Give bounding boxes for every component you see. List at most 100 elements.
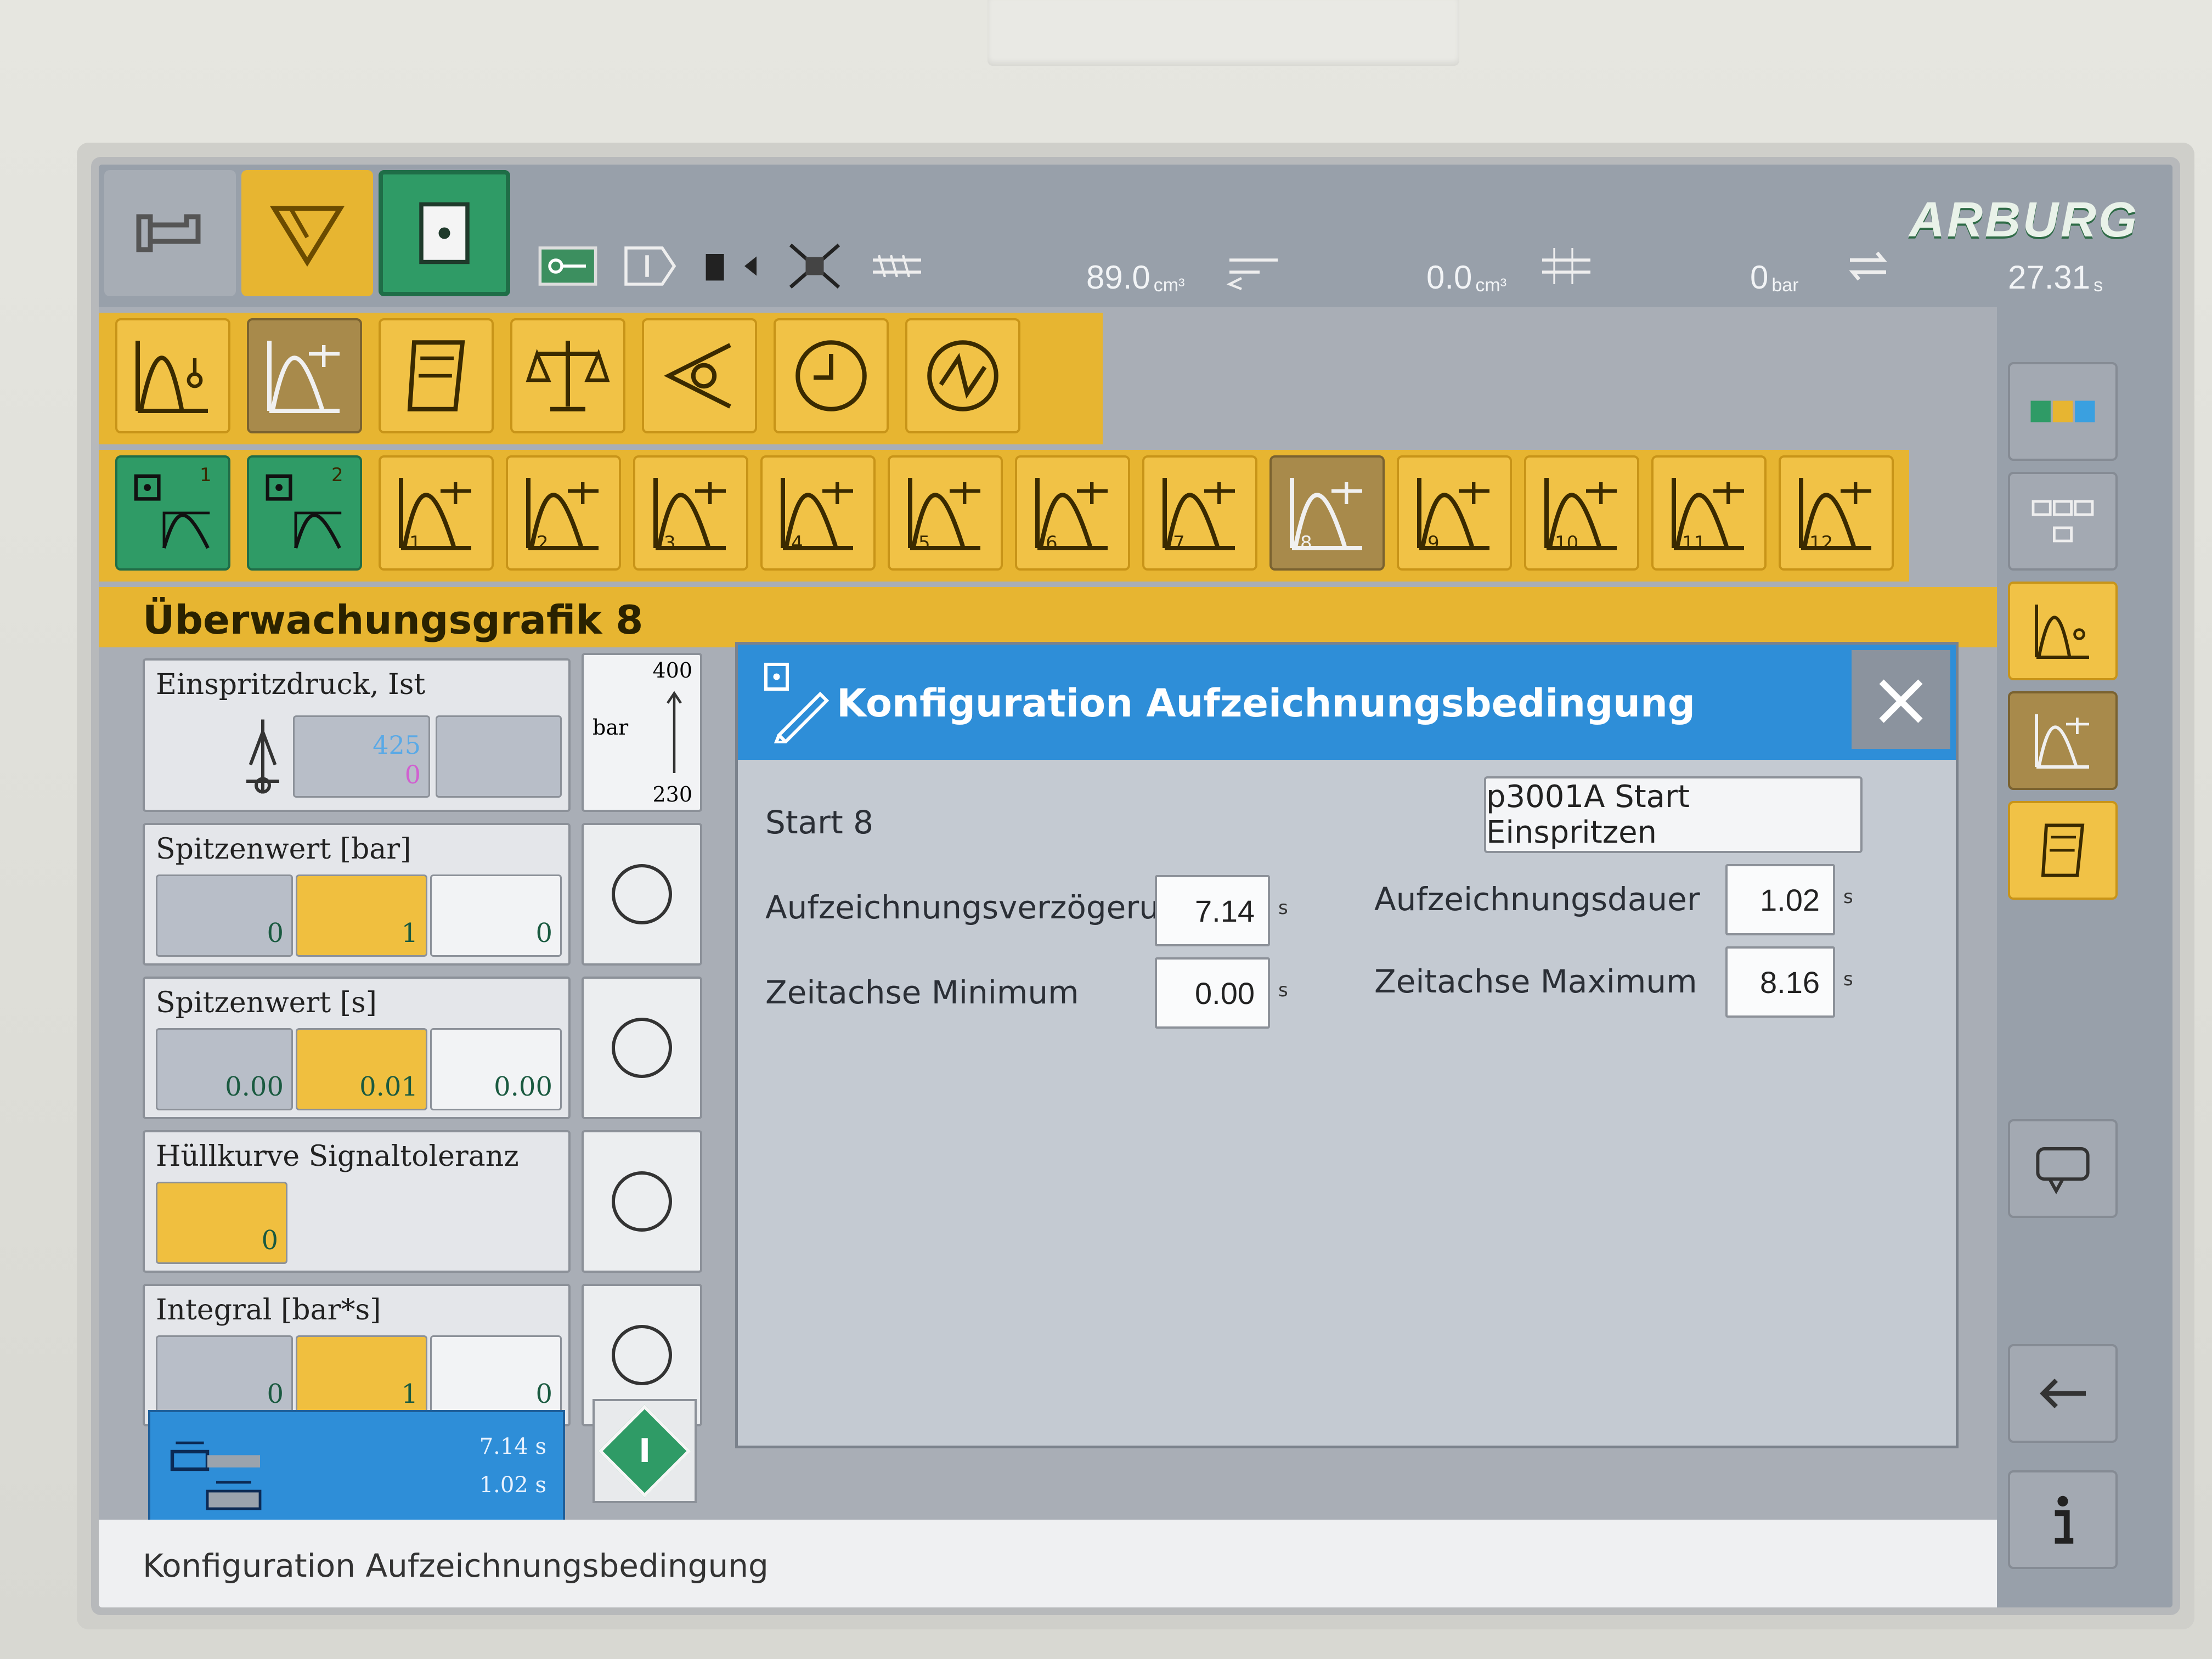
screen-layout-button[interactable]	[2008, 362, 2118, 461]
monitoring-graphic-3-button[interactable]: 3	[633, 455, 748, 571]
time-axis-min-label: Zeitachse Minimum	[765, 974, 1079, 1011]
monitoring-config-2-button[interactable]: 2	[247, 455, 362, 571]
manual-mode-button[interactable]	[104, 170, 236, 296]
peak-bar-max-box: 0	[430, 874, 562, 957]
peak-value-bar-card[interactable]: Spitzenwert [bar] 0 1 0	[143, 823, 571, 966]
duration-unit: s	[1843, 886, 1853, 908]
monitoring-graphic-7-button[interactable]: 7	[1142, 455, 1257, 571]
configuration-dialog: Konfiguration Aufzeichnungsbedingung × S…	[735, 642, 1959, 1448]
arrow-left-icon	[2040, 1379, 2086, 1408]
status-ring-icon	[612, 1325, 672, 1385]
status-ring-icon	[612, 1018, 672, 1078]
pressure-limit-box	[436, 715, 562, 798]
monitoring-graphic-12-button[interactable]: 12	[1779, 455, 1894, 571]
curve-balance-icon	[526, 478, 599, 550]
pressure-scale: 400 bar 230	[582, 653, 702, 812]
duration-label: Aufzeichnungsdauer	[1374, 881, 1700, 918]
bezel-logo-plate	[988, 0, 1459, 66]
mold-safety-icon	[527, 236, 609, 296]
hand-icon	[136, 214, 201, 252]
integral-actual-box: 1	[296, 1335, 427, 1418]
monitoring-graphic-10-button[interactable]: 10	[1524, 455, 1639, 571]
status-ring-icon	[612, 864, 672, 924]
close-button[interactable]: ×	[1852, 650, 1950, 749]
injection-pressure-card[interactable]: Einspritzdruck, Ist 425 0	[143, 658, 571, 812]
peak-value-time-card[interactable]: Spitzenwert [s] 0.00 0.01 0.00	[143, 977, 571, 1119]
back-button[interactable]	[2008, 1344, 2118, 1443]
peak-time-max-box: 0.00	[430, 1028, 562, 1110]
envelope-status-button[interactable]	[582, 1130, 702, 1273]
side-monitoring-button[interactable]	[2008, 691, 2118, 790]
peak-time-status-button[interactable]	[582, 977, 702, 1119]
start-recording-button[interactable]: I	[592, 1399, 697, 1503]
curve-balance-icon	[653, 478, 726, 550]
monitoring-graphic-6-button[interactable]: 6	[1015, 455, 1130, 571]
graphic-curve-button[interactable]	[115, 318, 230, 433]
time-axis-max-unit: s	[1843, 968, 1853, 990]
envelope-tolerance-card[interactable]: Hüllkurve Signaltoleranz 0	[143, 1130, 571, 1273]
balance-icon	[526, 341, 610, 411]
envelope-value-box: 0	[156, 1182, 287, 1264]
monitoring-graphic-4-button[interactable]: 4	[760, 455, 876, 571]
screw-icon	[856, 236, 938, 296]
nozzle-icon	[691, 236, 774, 296]
injection-unit-icon	[609, 236, 691, 296]
pressure-sensor-icon	[246, 719, 279, 794]
curve-balance-icon	[1672, 478, 1744, 550]
duration-input[interactable]: 1.02	[1725, 864, 1835, 935]
start-trigger-select[interactable]: p3001A Start Einspritzen	[1484, 776, 1863, 853]
curve-balance-icon	[1417, 478, 1489, 550]
ejector-crossed-icon	[774, 236, 856, 296]
curve-pin-icon	[2035, 605, 2089, 659]
time-axis-max-label: Zeitachse Maximum	[1374, 963, 1697, 1000]
cycle-time-readout: 27.31 s	[2008, 259, 2103, 296]
semi-auto-mode-button[interactable]	[241, 170, 373, 296]
time-axis-min-input[interactable]: 0.00	[1155, 957, 1270, 1029]
curve-balance-icon	[2035, 714, 2089, 769]
delay-input[interactable]: 7.14	[1155, 875, 1270, 946]
side-curve-button[interactable]	[2008, 582, 2118, 680]
monitoring-graphic-8-button[interactable]: 8	[1269, 455, 1385, 571]
auto-mode-button[interactable]	[379, 170, 510, 296]
signal-button[interactable]	[905, 318, 1020, 433]
monitoring-graphic-button[interactable]	[247, 318, 362, 433]
peak-time-actual-box: 0.01	[296, 1028, 427, 1110]
time-axis-max-input[interactable]: 8.16	[1725, 946, 1835, 1018]
metering-volume-readout: 89.0 cm³	[1086, 259, 1185, 296]
recording-summary-button[interactable]: 7.14 s 1.02 s	[148, 1410, 565, 1536]
status-ring-icon	[612, 1171, 672, 1232]
monitoring-graphic-9-button[interactable]: 9	[1397, 455, 1512, 571]
timer-button[interactable]	[774, 318, 889, 433]
edit-pencil-icon	[764, 663, 830, 743]
peak-time-min-box: 0.00	[156, 1028, 293, 1110]
start-diamond-icon: I	[598, 1404, 691, 1498]
document-button[interactable]	[379, 318, 494, 433]
quality-balance-button[interactable]	[510, 318, 625, 433]
monitoring-graphic-11-button[interactable]: 11	[1651, 455, 1767, 571]
monitoring-eye-button[interactable]	[642, 318, 757, 433]
eye-icon	[664, 343, 731, 409]
cushion-volume-readout: 0.0 cm³	[1426, 259, 1507, 296]
funnel-icon	[269, 206, 345, 267]
status-bar: 89.0 cm³ 0.0 cm³ 0 bar 27.31 s ARBURG	[99, 165, 2172, 307]
monitoring-graphic-2-button[interactable]: 2	[506, 455, 621, 571]
side-document-button[interactable]	[2008, 801, 2118, 900]
navigation-tree-button[interactable]	[2008, 472, 2118, 571]
info-button[interactable]	[2008, 1470, 2118, 1569]
monitoring-panel: Einspritzdruck, Ist 425 0 400 bar 230 Sp…	[143, 653, 719, 1509]
message-button[interactable]	[2008, 1119, 2118, 1218]
cycle-icon	[1827, 236, 1909, 296]
signal-wave-icon	[927, 340, 998, 411]
peak-bar-status-button[interactable]	[582, 823, 702, 966]
monitoring-graphic-5-button[interactable]: 5	[888, 455, 1003, 571]
monitoring-graphic-1-button[interactable]: 1	[379, 455, 494, 571]
integral-card[interactable]: Integral [bar*s] 0 1 0	[143, 1284, 571, 1426]
monitoring-config-1-button[interactable]: 1	[115, 455, 230, 571]
curve-balance-icon	[908, 478, 980, 550]
scale-arrow-icon	[667, 691, 682, 773]
peak-bar-min-box: 0	[156, 874, 293, 957]
delay-unit: s	[1278, 897, 1288, 919]
footer-bar: Konfiguration Aufzeichnungsbedingung	[99, 1520, 1997, 1607]
hmi-screen: 89.0 cm³ 0.0 cm³ 0 bar 27.31 s ARBURG 1 …	[99, 165, 2172, 1607]
delay-label: Aufzeichnungsverzögerung	[765, 889, 1200, 926]
